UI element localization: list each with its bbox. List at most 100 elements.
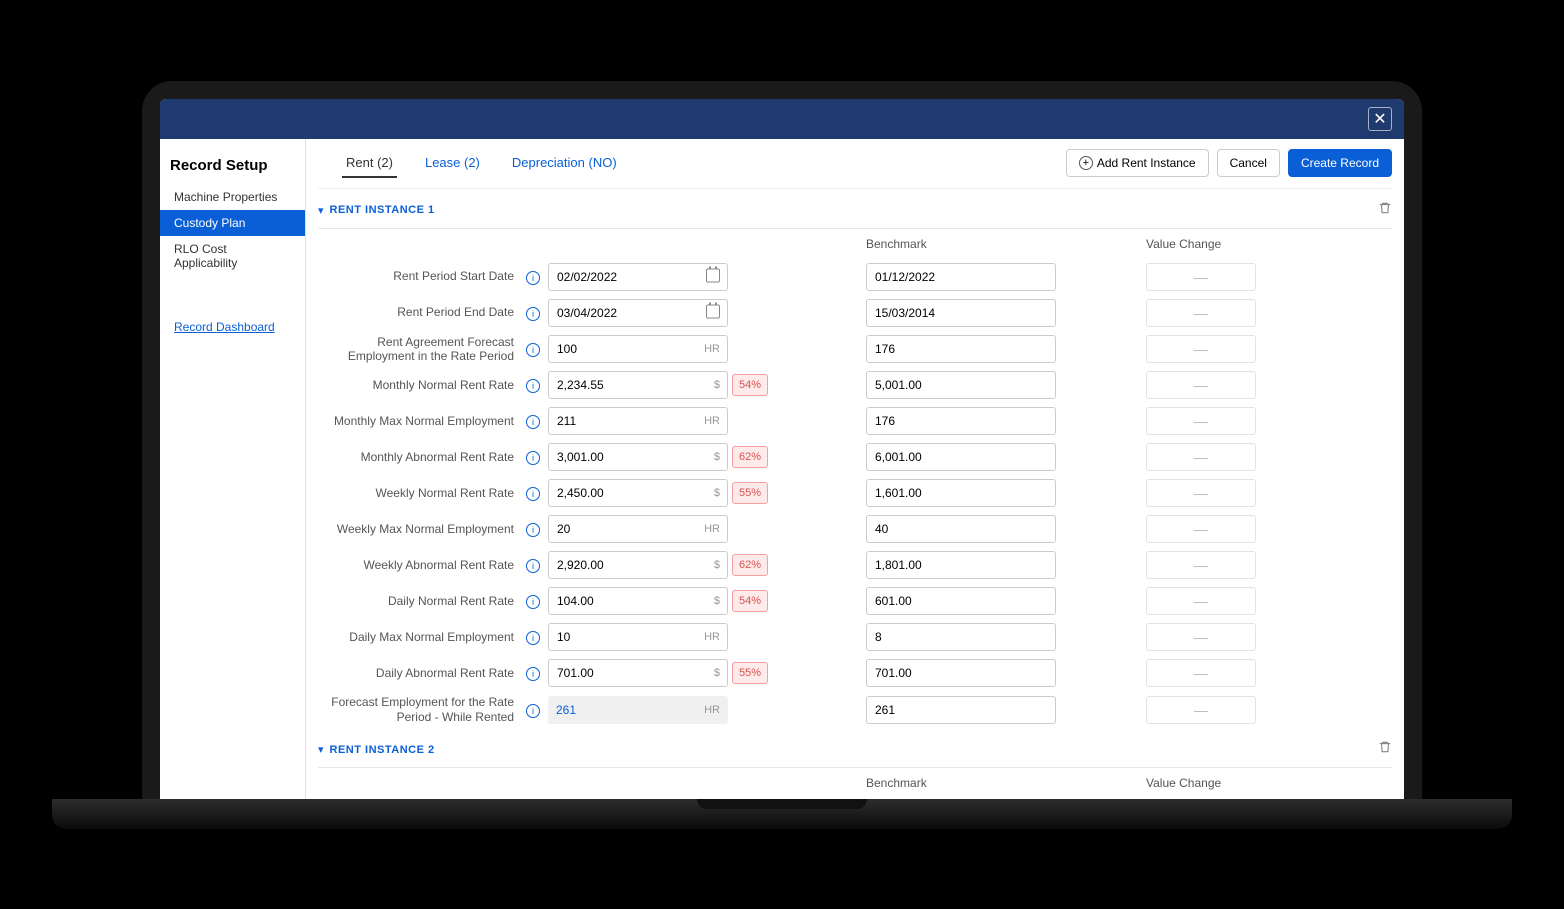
- close-icon: ✕: [1373, 109, 1386, 129]
- value-input[interactable]: [548, 623, 728, 651]
- info-icon[interactable]: i: [526, 559, 540, 573]
- input-wrap: $: [548, 659, 728, 687]
- sidebar-item-rlo-cost[interactable]: RLO Cost Applicability: [160, 236, 305, 276]
- cancel-button[interactable]: Cancel: [1217, 149, 1280, 177]
- info-icon[interactable]: i: [526, 667, 540, 681]
- sidebar: Record Setup Machine Properties Custody …: [160, 139, 306, 799]
- input-wrap: $: [548, 587, 728, 615]
- info-icon[interactable]: i: [526, 704, 540, 718]
- value-input[interactable]: [548, 659, 728, 687]
- info-wrap: i: [518, 701, 548, 719]
- benchmark-input[interactable]: [866, 479, 1056, 507]
- info-icon[interactable]: i: [526, 487, 540, 501]
- value-input[interactable]: [548, 263, 728, 291]
- benchmark-input[interactable]: [866, 551, 1056, 579]
- info-icon[interactable]: i: [526, 595, 540, 609]
- info-wrap: i: [518, 448, 548, 466]
- value-input[interactable]: [548, 371, 728, 399]
- record-dashboard-link[interactable]: Record Dashboard: [160, 306, 289, 348]
- tab-depreciation[interactable]: Depreciation (NO): [508, 149, 621, 178]
- section-title: RENT INSTANCE 2: [330, 744, 435, 756]
- value-change-cell: —: [1146, 263, 1256, 291]
- unit-suffix: HR: [704, 631, 720, 643]
- unit-suffix: $: [714, 379, 720, 391]
- benchmark-input[interactable]: [866, 335, 1056, 363]
- info-icon[interactable]: i: [526, 523, 540, 537]
- value-change-cell: —: [1146, 479, 1256, 507]
- info-wrap: i: [518, 340, 548, 358]
- value-change-header: Value Change: [1146, 237, 1256, 251]
- benchmark-input[interactable]: [866, 623, 1056, 651]
- variance-badge: 55%: [732, 662, 768, 684]
- value-input[interactable]: [548, 551, 728, 579]
- info-wrap: i: [518, 520, 548, 538]
- chevron-down-icon: ▾: [318, 743, 324, 756]
- unit-suffix: $: [714, 451, 720, 463]
- tab-rent[interactable]: Rent (2): [342, 149, 397, 178]
- section-header[interactable]: ▾ RENT INSTANCE 2: [318, 728, 1392, 768]
- info-icon[interactable]: i: [526, 307, 540, 321]
- tab-lease[interactable]: Lease (2): [421, 149, 484, 178]
- add-rent-instance-button[interactable]: + Add Rent Instance: [1066, 149, 1209, 177]
- value-input[interactable]: [548, 479, 728, 507]
- plus-circle-icon: +: [1079, 156, 1093, 170]
- benchmark-input[interactable]: [866, 587, 1056, 615]
- value-input[interactable]: [548, 335, 728, 363]
- sidebar-item-machine-properties[interactable]: Machine Properties: [160, 184, 305, 210]
- input-wrap: HR: [548, 696, 728, 724]
- value-input[interactable]: [548, 299, 728, 327]
- info-icon[interactable]: i: [526, 343, 540, 357]
- form-row: Monthly Abnormal Rent Rate i $ 62% —: [318, 439, 1392, 475]
- input-wrap: $: [548, 371, 728, 399]
- benchmark-input[interactable]: [866, 515, 1056, 543]
- calendar-icon[interactable]: [706, 304, 720, 321]
- benchmark-input[interactable]: [866, 659, 1056, 687]
- field-label: Monthly Abnormal Rent Rate: [318, 450, 518, 464]
- tabs: Rent (2) Lease (2) Depreciation (NO): [342, 149, 621, 178]
- info-icon[interactable]: i: [526, 631, 540, 645]
- trash-icon[interactable]: [1378, 201, 1392, 220]
- column-headers: Benchmark Value Change: [318, 229, 1392, 259]
- form-row: Weekly Max Normal Employment i HR —: [318, 511, 1392, 547]
- input-wrap: $: [548, 443, 728, 471]
- close-button[interactable]: ✕: [1368, 107, 1392, 131]
- benchmark-input[interactable]: [866, 696, 1056, 724]
- sidebar-title: Record Setup: [160, 151, 305, 184]
- field-label: Monthly Max Normal Employment: [318, 414, 518, 428]
- chevron-down-icon: ▾: [318, 204, 324, 217]
- benchmark-input[interactable]: [866, 371, 1056, 399]
- main-content: Rent (2) Lease (2) Depreciation (NO) + A…: [306, 139, 1404, 799]
- create-record-button[interactable]: Create Record: [1288, 149, 1392, 177]
- field-label: Monthly Normal Rent Rate: [318, 378, 518, 392]
- trash-icon[interactable]: [1378, 740, 1392, 759]
- input-wrap: $: [548, 551, 728, 579]
- info-icon[interactable]: i: [526, 379, 540, 393]
- section-header[interactable]: ▾ RENT INSTANCE 1: [318, 189, 1392, 229]
- value-change-cell: —: [1146, 371, 1256, 399]
- value-change-cell: —: [1146, 443, 1256, 471]
- value-input[interactable]: [548, 587, 728, 615]
- benchmark-input[interactable]: [866, 407, 1056, 435]
- input-wrap: HR: [548, 623, 728, 651]
- input-wrap: HR: [548, 407, 728, 435]
- field-label: Rent Agreement Forecast Employment in th…: [318, 335, 518, 364]
- benchmark-input[interactable]: [866, 299, 1056, 327]
- field-label: Weekly Normal Rent Rate: [318, 486, 518, 500]
- info-icon[interactable]: i: [526, 271, 540, 285]
- value-input[interactable]: [548, 407, 728, 435]
- calendar-icon[interactable]: [706, 268, 720, 285]
- info-icon[interactable]: i: [526, 415, 540, 429]
- input-wrap: [548, 299, 728, 327]
- unit-suffix: $: [714, 487, 720, 499]
- value-change-cell: —: [1146, 299, 1256, 327]
- benchmark-input[interactable]: [866, 263, 1056, 291]
- sidebar-item-custody-plan[interactable]: Custody Plan: [160, 210, 305, 236]
- value-input[interactable]: [548, 515, 728, 543]
- unit-suffix: $: [714, 559, 720, 571]
- add-rent-label: Add Rent Instance: [1097, 156, 1196, 170]
- form-row: Weekly Normal Rent Rate i $ 55% —: [318, 475, 1392, 511]
- info-icon[interactable]: i: [526, 451, 540, 465]
- value-input[interactable]: [548, 443, 728, 471]
- value-change-cell: —: [1146, 587, 1256, 615]
- benchmark-input[interactable]: [866, 443, 1056, 471]
